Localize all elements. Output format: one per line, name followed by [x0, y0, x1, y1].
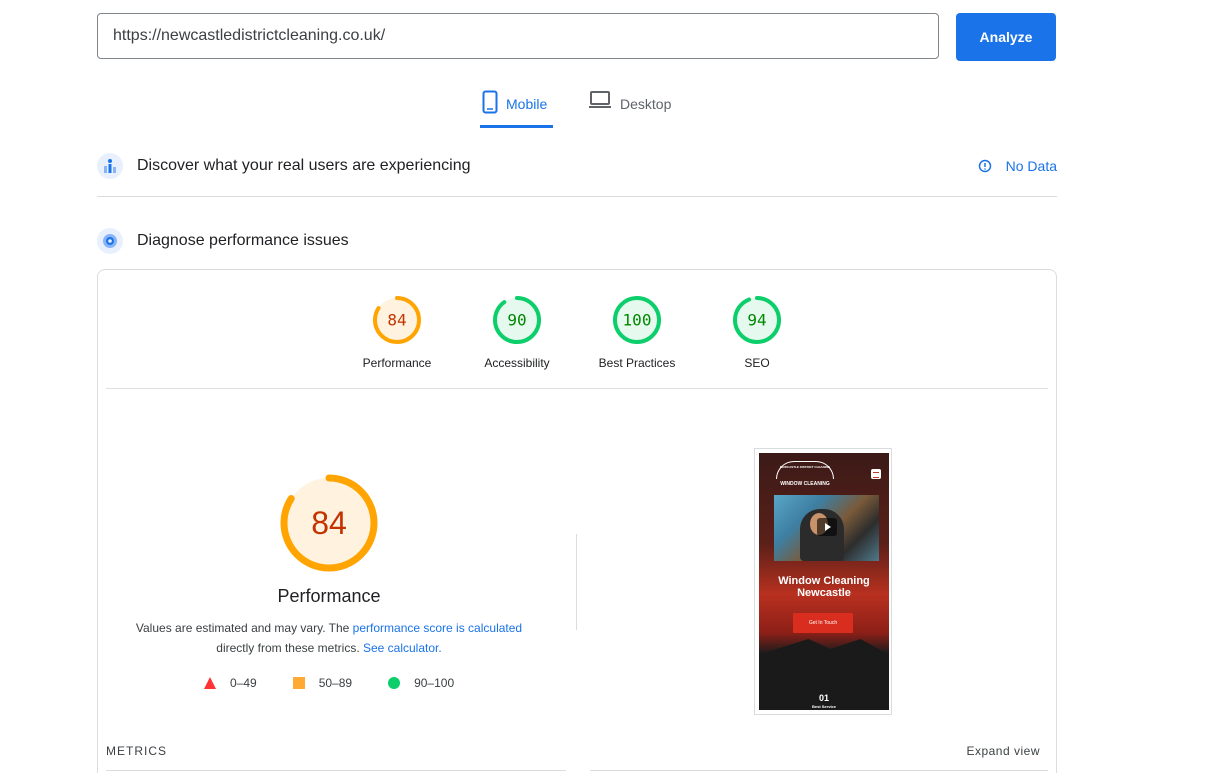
gauge-accessibility[interactable]: 90 Accessibility — [457, 294, 577, 370]
accessibility-gauge-ring: 90 — [493, 296, 541, 344]
url-input[interactable] — [97, 13, 939, 59]
gauge-best-practices-label: Best Practices — [598, 356, 676, 370]
legend-pass-range: 90–100 — [414, 676, 455, 690]
legend-fail-range: 0–49 — [230, 676, 257, 690]
best-practices-gauge-value: 100 — [623, 311, 652, 330]
orange-square-icon — [292, 677, 305, 689]
gauge-performance-label: Performance — [362, 356, 432, 370]
section-divider — [97, 196, 1057, 197]
desc-middle: directly from these metrics. — [216, 641, 363, 655]
performance-gauge-value: 84 — [387, 311, 406, 330]
legend-average-range: 50–89 — [318, 676, 353, 690]
analyze-button[interactable]: Analyze — [956, 13, 1056, 61]
tab-desktop[interactable]: Desktop — [588, 90, 671, 128]
mobile-phone-icon — [482, 90, 498, 114]
performance-score-gauge: 84 — [280, 474, 378, 572]
gauge-performance[interactable]: 84 Performance — [337, 294, 457, 370]
tab-mobile[interactable]: Mobile — [480, 90, 553, 128]
site-heading: Window Cleaning Newcastle — [778, 575, 870, 599]
score-gauges: 84 Performance 90 Accessibility 100 Best… — [98, 270, 1058, 388]
legend-pass: 90–100 — [388, 676, 454, 690]
logo-arc — [776, 461, 834, 479]
info-icon — [978, 159, 992, 173]
metrics-heading: METRICS — [106, 744, 167, 758]
final-screenshot[interactable]: NEWCASTLE DISTRICT CLEANING WINDOW CLEAN… — [754, 448, 892, 715]
logo-line1: NEWCASTLE DISTRICT CLEANING — [779, 465, 831, 469]
score-legend: 0–49 50–89 90–100 — [204, 676, 490, 690]
performance-description: Values are estimated and may vary. The p… — [118, 618, 540, 658]
gauge-best-practices[interactable]: 100 Best Practices — [577, 294, 697, 370]
green-circle-icon — [388, 677, 401, 689]
legend-average: 50–89 — [292, 676, 353, 690]
performance-main-gauge-value: 84 — [311, 505, 347, 541]
site-logo: NEWCASTLE DISTRICT CLEANING WINDOW CLEAN… — [773, 461, 837, 491]
no-data-status: No Data — [978, 158, 1057, 174]
accessibility-gauge-value: 90 — [507, 311, 526, 330]
pagespeed-page: Analyze Mobile Desktop — [0, 0, 1212, 773]
gauge-accessibility-label: Accessibility — [484, 356, 550, 370]
site-cta-button: Get In Touch — [793, 613, 853, 633]
seo-gauge-ring: 94 — [733, 296, 781, 344]
vertical-divider — [576, 534, 577, 630]
see-calculator-link[interactable]: See calculator. — [363, 641, 442, 655]
play-icon — [817, 518, 837, 536]
red-triangle-icon — [204, 677, 216, 689]
legend-fail: 0–49 — [204, 676, 257, 690]
performance-score-link[interactable]: performance score is calculated — [353, 621, 522, 635]
site-number: 01 — [818, 693, 829, 703]
gauge-divider — [106, 388, 1048, 389]
real-users-section: Discover what your real users are experi… — [97, 150, 1057, 182]
diagnose-section: Diagnose performance issues — [97, 226, 1057, 256]
performance-gauge-ring: 84 — [373, 296, 421, 344]
tab-mobile-label: Mobile — [506, 96, 548, 112]
tab-desktop-label: Desktop — [620, 96, 672, 112]
diagnose-title: Diagnose performance issues — [137, 232, 349, 249]
performance-title: Performance — [277, 586, 381, 606]
gauge-seo-label: SEO — [744, 356, 770, 370]
desc-prefix: Values are estimated and may vary. The — [135, 621, 353, 635]
logo-line2: WINDOW CLEANING — [780, 481, 830, 487]
metrics-divider-right — [590, 770, 1048, 771]
people-chart-icon — [97, 153, 123, 179]
hamburger-menu-icon — [871, 469, 881, 479]
laptop-icon — [588, 90, 612, 110]
gauge-seo[interactable]: 94 SEO — [697, 294, 817, 370]
report-card: 84 Performance 90 Accessibility 100 Best… — [97, 269, 1057, 773]
lighthouse-icon — [97, 228, 123, 254]
no-data-label: No Data — [1005, 158, 1057, 174]
best-practices-gauge-ring: 100 — [613, 296, 661, 344]
site-sub: Best Service — [811, 704, 836, 709]
real-users-title: Discover what your real users are experi… — [137, 157, 471, 174]
expand-view-toggle[interactable]: Expand view — [966, 744, 1040, 758]
seo-gauge-value: 94 — [747, 311, 766, 330]
metrics-divider-left — [106, 770, 566, 771]
video-thumbnail — [774, 495, 879, 561]
page-screenshot-image: NEWCASTLE DISTRICT CLEANING WINDOW CLEAN… — [759, 453, 889, 710]
